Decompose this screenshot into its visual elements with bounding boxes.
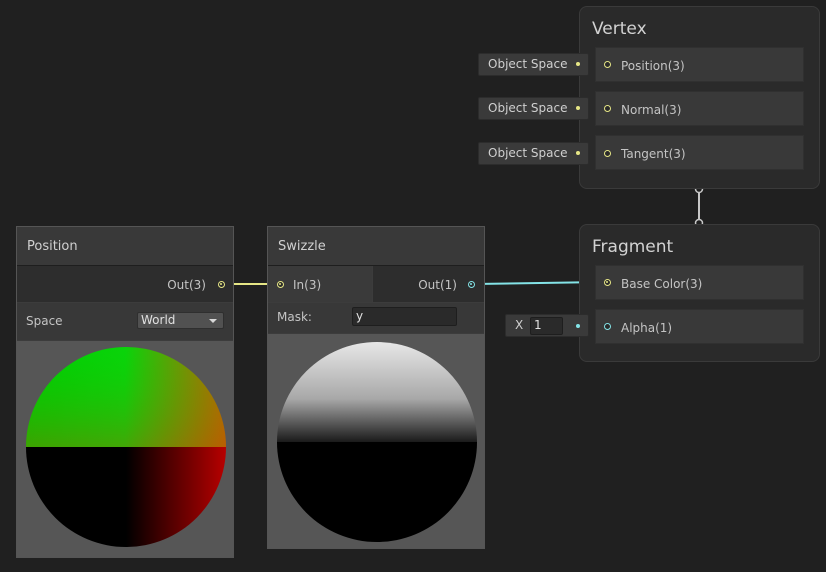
vertex-tangent-port-block[interactable]: Tangent(3) xyxy=(595,135,804,170)
swizzle-mask-input[interactable]: y xyxy=(352,307,457,326)
vertex-position-label: Position(3) xyxy=(621,59,685,73)
swizzle-node-title: Swizzle xyxy=(278,239,326,254)
swizzle-input-label: In(3) xyxy=(293,278,322,292)
position-output-label: Out(3) xyxy=(167,278,206,292)
vertex-normal-port-block[interactable]: Normal(3) xyxy=(595,91,804,126)
swizzle-mask-label: Mask: xyxy=(277,310,312,324)
position-space-value: World xyxy=(141,313,176,327)
vertex-tangent-port[interactable] xyxy=(604,150,611,157)
position-output-port[interactable] xyxy=(218,281,225,288)
position-node-title: Position xyxy=(27,239,78,254)
vertex-position-port[interactable] xyxy=(604,61,611,68)
swizzle-output-port[interactable] xyxy=(468,281,475,288)
alpha-control-dot xyxy=(576,324,580,328)
vertex-normal-control-dot xyxy=(576,106,580,110)
fragment-alpha-port[interactable] xyxy=(604,323,611,330)
swizzle-mask-row: Mask: y xyxy=(268,303,484,333)
fragment-context[interactable]: Fragment Base Color(3) Alpha(1) xyxy=(579,224,820,362)
swizzle-preview-area xyxy=(268,334,484,548)
position-space-row: Space World xyxy=(17,303,233,340)
alpha-value-field[interactable]: 1 xyxy=(530,317,563,335)
vertex-tangent-space-control[interactable]: Object Space xyxy=(478,142,589,165)
fragment-alpha-port-block[interactable]: Alpha(1) xyxy=(595,309,804,344)
vertex-context[interactable]: Vertex Position(3) Normal(3) Tangent(3) xyxy=(579,6,820,189)
position-preview-sphere xyxy=(26,347,226,547)
position-space-label: Space xyxy=(26,314,63,328)
vertex-normal-space-control[interactable]: Object Space xyxy=(478,97,589,120)
swizzle-node-header[interactable]: Swizzle xyxy=(268,227,484,266)
vertex-tangent-label: Tangent(3) xyxy=(621,147,686,161)
swizzle-output-label: Out(1) xyxy=(418,278,457,292)
vertex-title: Vertex xyxy=(592,19,647,39)
fragment-alpha-label: Alpha(1) xyxy=(621,321,673,335)
position-output-row: Out(3) xyxy=(17,266,233,302)
fragment-base-color-port-block[interactable]: Base Color(3) xyxy=(595,265,804,300)
position-space-dropdown[interactable]: World xyxy=(137,312,224,329)
fragment-base-color-label: Base Color(3) xyxy=(621,277,703,291)
vertex-normal-port[interactable] xyxy=(604,105,611,112)
alpha-axis-label: X xyxy=(515,318,524,332)
vertex-normal-label: Normal(3) xyxy=(621,103,682,117)
chevron-down-icon xyxy=(209,319,217,323)
position-node-header[interactable]: Position xyxy=(17,227,233,266)
vertex-position-space-control[interactable]: Object Space xyxy=(478,53,589,76)
vertex-position-port-block[interactable]: Position(3) xyxy=(595,47,804,82)
swizzle-node[interactable]: Swizzle In(3) Out(1) Mask: y xyxy=(267,226,485,549)
vertex-position-control-dot xyxy=(576,62,580,66)
position-preview-area xyxy=(17,341,233,557)
vertex-tangent-control-dot xyxy=(576,151,580,155)
position-node[interactable]: Position Out(3) Space World xyxy=(16,226,234,558)
swizzle-input-port[interactable] xyxy=(277,281,284,288)
fragment-base-color-port[interactable] xyxy=(604,279,611,286)
swizzle-preview-sphere xyxy=(277,342,477,542)
fragment-title: Fragment xyxy=(592,237,674,257)
